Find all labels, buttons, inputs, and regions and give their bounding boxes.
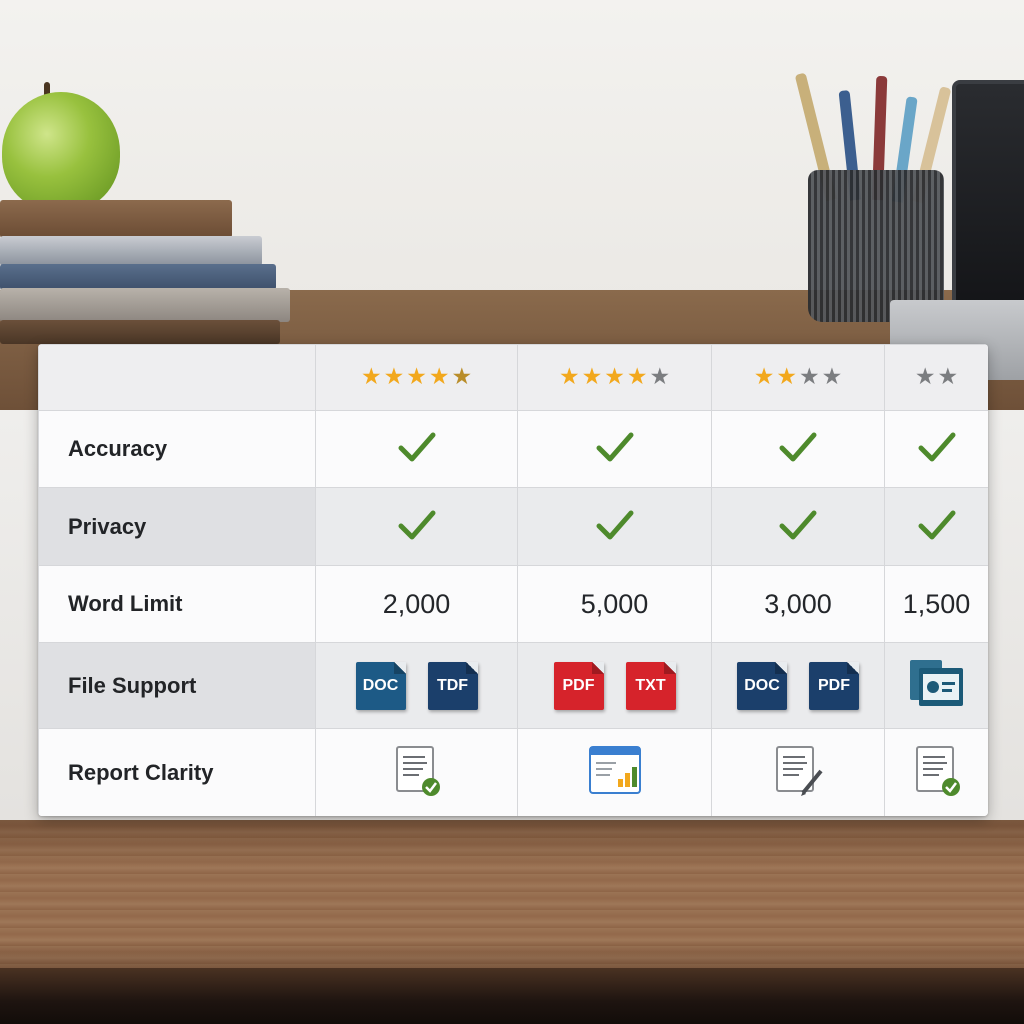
star-icon: ★ [451,364,473,390]
report-cell [315,728,518,816]
table-row: File Support DOC TDF PDF TXT DOC PDF [38,642,988,729]
star-icon: ★ [776,364,797,390]
doc-file-icon: DOC [737,661,787,710]
star-icon: ★ [360,364,382,390]
table-row: Word Limit 2,000 5,000 3,000 1,500 [38,565,988,643]
star-rating: ★ ★ ★ ★ ★ [361,366,472,389]
check-icon [595,508,635,546]
book [0,288,290,322]
star-icon: ★ [581,364,603,390]
book [0,200,232,238]
desk-edge [0,968,1024,1024]
row-label-accuracy: Accuracy [38,410,316,488]
word-limit-value: 5,000 [517,565,712,643]
star-icon: ★ [753,364,775,390]
row-label-word-limit: Word Limit [38,565,316,643]
report-cell [711,728,885,816]
check-icon [595,430,635,468]
report-cell [884,728,988,816]
star-icon: ★ [558,364,580,390]
doc-file-icon: DOC [355,661,406,710]
check-cell [711,487,885,566]
star-icon: ★ [799,364,820,390]
row-label-report-clarity: Report Clarity [38,728,316,816]
star-icon: ★ [914,364,936,390]
check-icon [397,508,437,546]
check-cell [884,487,988,566]
check-cell [517,410,712,488]
file-support-cell: DOC TDF [315,642,518,729]
table-row: Privacy [38,487,988,566]
rating-cell: ★ ★ ★ ★ ★ [315,344,518,411]
comparison-table-card: ★ ★ ★ ★ ★ ★ ★ ★ ★ ★ ★ ★ ★ ★ ★ ★ Accuracy Privacy Wor… [38,344,988,816]
report-check-icon [915,745,960,796]
file-support-cell: PDF TXT [517,642,712,729]
rating-header-row: ★ ★ ★ ★ ★ ★ ★ ★ ★ ★ ★ ★ ★ ★ ★ ★ [38,344,988,411]
check-cell [711,410,885,488]
word-limit-value: 1,500 [884,565,988,643]
word-limit-value: 3,000 [711,565,885,643]
check-icon [397,430,437,468]
star-rating: ★ ★ [915,366,958,389]
pdf-file-icon: PDF [553,661,604,710]
star-icon: ★ [406,364,427,390]
check-icon [778,430,818,468]
table-row: Report Clarity [38,728,988,816]
book [0,236,262,266]
book [0,320,280,344]
star-icon: ★ [428,364,450,390]
rating-cell: ★ ★ ★ ★ [711,344,885,411]
star-rating: ★ ★ ★ ★ ★ [559,366,670,389]
laptop-screen [952,80,1024,310]
header-empty-cell [38,344,316,411]
txt-file-icon: TXT [625,661,676,710]
row-label-file-support: File Support [38,642,316,729]
comparison-table: ★ ★ ★ ★ ★ ★ ★ ★ ★ ★ ★ ★ ★ ★ ★ ★ Accuracy Privacy Wor… [38,344,988,816]
star-icon: ★ [937,364,959,390]
table-row: Accuracy [38,410,988,488]
rating-cell: ★ ★ [884,344,988,411]
star-icon: ★ [626,364,648,390]
check-icon [778,508,818,546]
report-cell [517,728,712,816]
star-icon: ★ [383,364,405,390]
pdf-file-icon: PDF [809,661,859,710]
check-cell [884,410,988,488]
report-check-icon [395,745,440,796]
report-chart-icon [588,745,641,794]
row-label-privacy: Privacy [38,487,316,566]
desk-surface-front [0,820,1024,970]
check-icon [917,430,957,468]
apple [2,92,120,212]
image-files-icon [909,659,963,706]
check-cell [315,487,518,566]
file-support-cell: DOC PDF [711,642,885,729]
star-icon: ★ [821,364,843,390]
rating-cell: ★ ★ ★ ★ ★ [517,344,712,411]
check-icon [917,508,957,546]
star-icon: ★ [649,364,671,390]
file-support-cell [884,642,988,729]
check-cell [517,487,712,566]
report-pen-icon [776,745,823,796]
check-cell [315,410,518,488]
star-icon: ★ [604,364,625,390]
tdf-file-icon: TDF [427,661,478,710]
book [0,264,276,290]
word-limit-value: 2,000 [315,565,518,643]
star-rating: ★ ★ ★ ★ [754,366,843,389]
